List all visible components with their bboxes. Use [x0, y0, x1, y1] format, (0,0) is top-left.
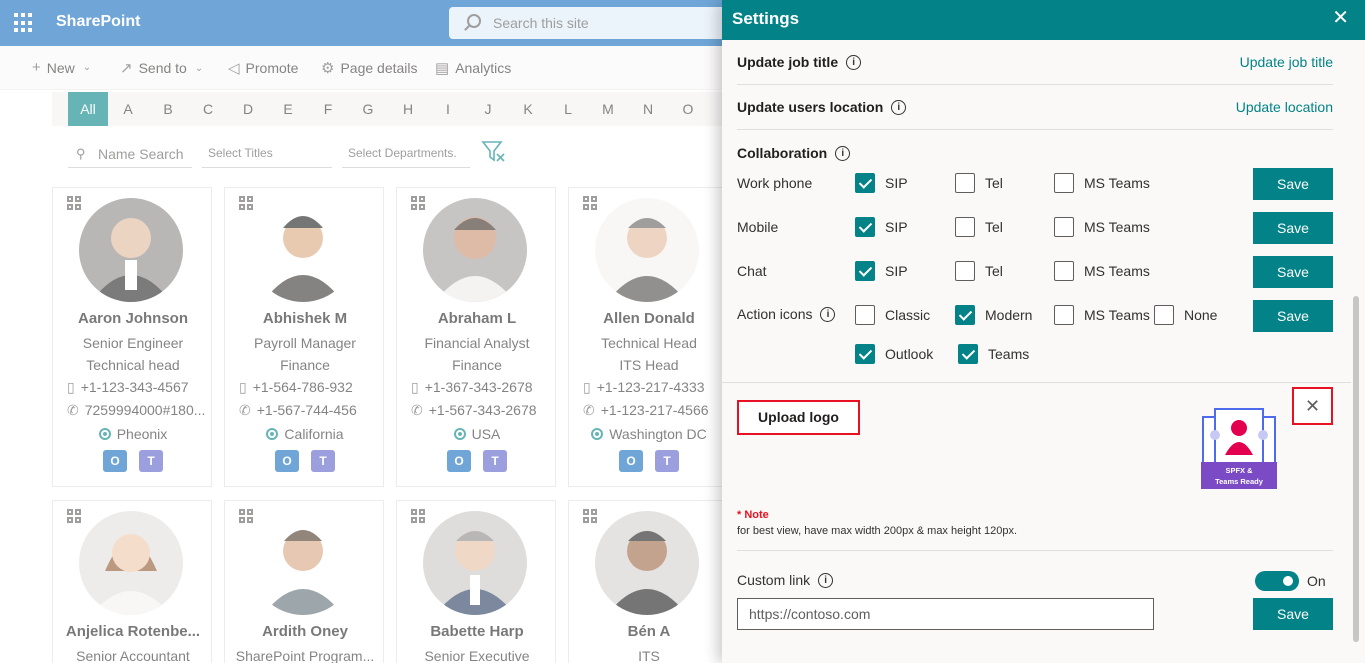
work-phone-sip-checkbox[interactable]: SIP: [855, 173, 908, 193]
action-outlook-checkbox[interactable]: Outlook: [855, 344, 933, 364]
chat-msteams-checkbox[interactable]: MS Teams: [1054, 261, 1150, 281]
checkbox-checked-icon: [955, 305, 975, 325]
close-icon[interactable]: ✕: [1332, 8, 1349, 28]
update-job-title-link[interactable]: Update job title: [1240, 54, 1333, 70]
custom-link-label: Custom link: [737, 572, 811, 588]
work-phone-label: Work phone: [737, 175, 813, 191]
checkbox-checked-icon: [855, 261, 875, 281]
option-label: MS Teams: [1084, 307, 1150, 323]
logo-text-line2: Teams Ready: [1215, 477, 1264, 486]
settings-panel: Settings ✕ Update job title i Update job…: [722, 0, 1365, 663]
work-phone-msteams-checkbox[interactable]: MS Teams: [1054, 173, 1150, 193]
option-label: SIP: [885, 219, 908, 235]
update-location-link[interactable]: Update location: [1236, 99, 1333, 115]
note-text: for best view, have max width 200px & ma…: [737, 525, 1018, 537]
option-label: Classic: [885, 307, 931, 323]
option-label: Tel: [985, 175, 1003, 191]
checkbox-checked-icon: [855, 173, 875, 193]
custom-link-row: Custom link i: [737, 572, 834, 588]
checkbox-icon: [1054, 217, 1074, 237]
action-icons-save-button[interactable]: Save: [1253, 300, 1333, 332]
action-teams-checkbox[interactable]: Teams: [958, 344, 1029, 364]
option-label: Outlook: [885, 346, 934, 362]
panel-title: Settings: [732, 9, 800, 28]
option-label: Tel: [985, 263, 1003, 279]
job-title-label: Update job title: [737, 54, 839, 70]
action-msteams-checkbox[interactable]: MS Teams: [1054, 305, 1150, 325]
action-icons-label: Action icons: [737, 306, 813, 322]
option-label: MS Teams: [1084, 219, 1150, 235]
divider: [737, 550, 1333, 551]
chat-tel-checkbox[interactable]: Tel: [955, 261, 1003, 281]
checkbox-icon: [1054, 261, 1074, 281]
info-icon[interactable]: i: [846, 54, 862, 70]
work-phone-save-button[interactable]: Save: [1253, 168, 1333, 200]
mobile-msteams-checkbox[interactable]: MS Teams: [1054, 217, 1150, 237]
scrollbar-thumb[interactable]: [1353, 296, 1359, 642]
panel-body: [722, 40, 1365, 663]
custom-link-save-button[interactable]: Save: [1253, 598, 1333, 630]
option-label: Tel: [985, 219, 1003, 235]
mobile-sip-checkbox[interactable]: SIP: [855, 217, 908, 237]
mobile-tel-checkbox[interactable]: Tel: [955, 217, 1003, 237]
checkbox-icon: [955, 261, 975, 281]
option-label: Teams: [988, 346, 1030, 362]
mobile-save-button[interactable]: Save: [1253, 212, 1333, 244]
toggle-state-label: On: [1307, 573, 1326, 589]
collaboration-heading: Collaboration i: [737, 145, 851, 161]
option-label: Modern: [985, 307, 1033, 323]
custom-link-toggle[interactable]: [1255, 571, 1299, 591]
chat-save-button[interactable]: Save: [1253, 256, 1333, 288]
action-icons-row: Action icons i: [737, 306, 836, 322]
divider: [737, 84, 1333, 85]
option-label: SIP: [885, 263, 908, 279]
collaboration-label: Collaboration: [737, 145, 828, 161]
checkbox-checked-icon: [958, 344, 978, 364]
option-label: MS Teams: [1084, 263, 1150, 279]
checkbox-icon: [1154, 305, 1174, 325]
checkbox-icon: [1054, 305, 1074, 325]
spfx-teams-logo: SPFX & Teams Ready: [1201, 408, 1277, 489]
mobile-label: Mobile: [737, 219, 779, 235]
checkbox-icon: [1054, 173, 1074, 193]
note-heading: * Note: [737, 509, 769, 521]
action-none-checkbox[interactable]: None: [1154, 305, 1217, 325]
action-classic-checkbox[interactable]: Classic: [855, 305, 930, 325]
option-label: SIP: [885, 175, 908, 191]
checkbox-checked-icon: [855, 344, 875, 364]
remove-logo-button[interactable]: ✕: [1292, 387, 1333, 425]
chat-sip-checkbox[interactable]: SIP: [855, 261, 908, 281]
chat-label: Chat: [737, 263, 767, 279]
info-icon[interactable]: i: [891, 99, 907, 115]
upload-logo-button[interactable]: Upload logo: [737, 400, 860, 435]
checkbox-icon: [855, 305, 875, 325]
panel-header: Settings ✕: [722, 0, 1365, 40]
divider: [722, 382, 1351, 383]
info-icon[interactable]: i: [818, 572, 834, 588]
checkbox-icon: [955, 173, 975, 193]
option-label: None: [1184, 307, 1218, 323]
location-row: Update users location i: [737, 99, 907, 115]
location-label: Update users location: [737, 99, 884, 115]
divider: [737, 129, 1333, 130]
custom-link-input[interactable]: [737, 598, 1154, 630]
checkbox-icon: [955, 217, 975, 237]
info-icon[interactable]: i: [820, 306, 836, 322]
job-title-row: Update job title i: [737, 54, 862, 70]
close-icon: ✕: [1304, 396, 1321, 416]
work-phone-tel-checkbox[interactable]: Tel: [955, 173, 1003, 193]
action-modern-checkbox[interactable]: Modern: [955, 305, 1032, 325]
logo-text-line1: SPFX &: [1225, 466, 1253, 475]
checkbox-checked-icon: [855, 217, 875, 237]
info-icon[interactable]: i: [835, 145, 851, 161]
option-label: MS Teams: [1084, 175, 1150, 191]
